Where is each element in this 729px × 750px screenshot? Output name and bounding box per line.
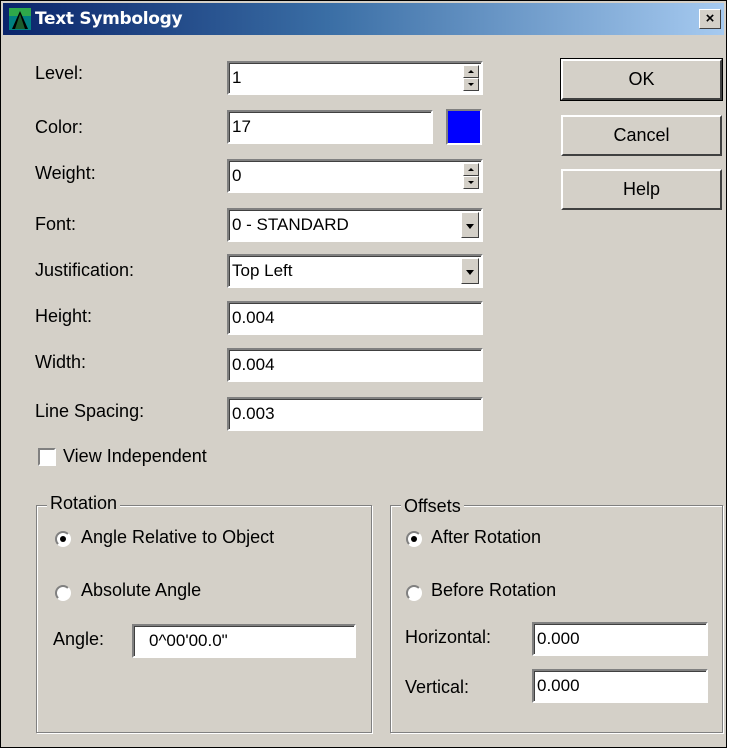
text-symbology-dialog: Text Symbology × Level: Color: Weight: F…: [0, 0, 727, 748]
height-label: Height:: [35, 306, 93, 326]
color-field[interactable]: 17: [227, 110, 433, 144]
justification-label: Justification:: [35, 260, 135, 280]
line-spacing-input[interactable]: [227, 397, 483, 431]
rotation-title: Rotation: [47, 493, 121, 514]
before-rotation-label: Before Rotation: [431, 580, 557, 600]
weight-label: Weight:: [35, 163, 96, 183]
line-spacing-label: Line Spacing:: [35, 401, 145, 421]
after-rotation-label: After Rotation: [431, 527, 542, 547]
view-independent-checkbox[interactable]: [38, 448, 56, 466]
vertical-input[interactable]: [532, 669, 708, 703]
color-swatch[interactable]: [446, 109, 482, 145]
angle-relative-radio[interactable]: [55, 531, 71, 547]
help-button[interactable]: Help: [561, 169, 722, 210]
width-label: Width:: [35, 352, 87, 372]
angle-label: Angle:: [53, 629, 105, 649]
chevron-down-icon[interactable]: [461, 258, 479, 284]
font-label: Font:: [35, 214, 77, 234]
level-value: 1: [232, 68, 242, 87]
before-rotation-radio[interactable]: [406, 585, 422, 601]
justification-select[interactable]: Top Left: [227, 254, 483, 288]
font-select[interactable]: 0 - STANDARD: [227, 208, 483, 242]
weight-field[interactable]: 0: [227, 159, 483, 193]
width-input[interactable]: [227, 348, 483, 382]
cancel-button[interactable]: Cancel: [561, 115, 722, 156]
weight-value: 0: [232, 166, 242, 185]
title-bar: Text Symbology ×: [3, 3, 724, 35]
absolute-angle-radio[interactable]: [55, 585, 71, 601]
level-field[interactable]: 1: [227, 61, 483, 95]
window-title: Text Symbology: [35, 9, 183, 29]
justification-value: Top Left: [232, 261, 293, 280]
color-label: Color:: [35, 117, 84, 137]
spin-arrows-icon[interactable]: [463, 163, 479, 189]
ok-button[interactable]: OK: [560, 58, 723, 101]
absolute-angle-label: Absolute Angle: [81, 580, 202, 600]
chevron-down-icon[interactable]: [461, 212, 479, 238]
close-icon[interactable]: ×: [699, 9, 721, 29]
app-icon: [9, 8, 31, 30]
view-independent-label: View Independent: [63, 446, 207, 466]
angle-value: 0^00'00.0": [149, 631, 228, 650]
height-input[interactable]: [227, 301, 483, 335]
spin-arrows-icon[interactable]: [463, 65, 479, 91]
angle-relative-label: Angle Relative to Object: [81, 527, 275, 547]
vertical-label: Vertical:: [405, 677, 470, 697]
offsets-title: Offsets: [401, 496, 464, 517]
angle-input[interactable]: 0^00'00.0": [132, 624, 356, 658]
color-value: 17: [232, 117, 251, 136]
font-value: 0 - STANDARD: [232, 215, 349, 234]
level-label: Level:: [35, 63, 84, 83]
horizontal-input[interactable]: [532, 622, 708, 656]
after-rotation-radio[interactable]: [406, 531, 422, 547]
horizontal-label: Horizontal:: [405, 627, 492, 647]
